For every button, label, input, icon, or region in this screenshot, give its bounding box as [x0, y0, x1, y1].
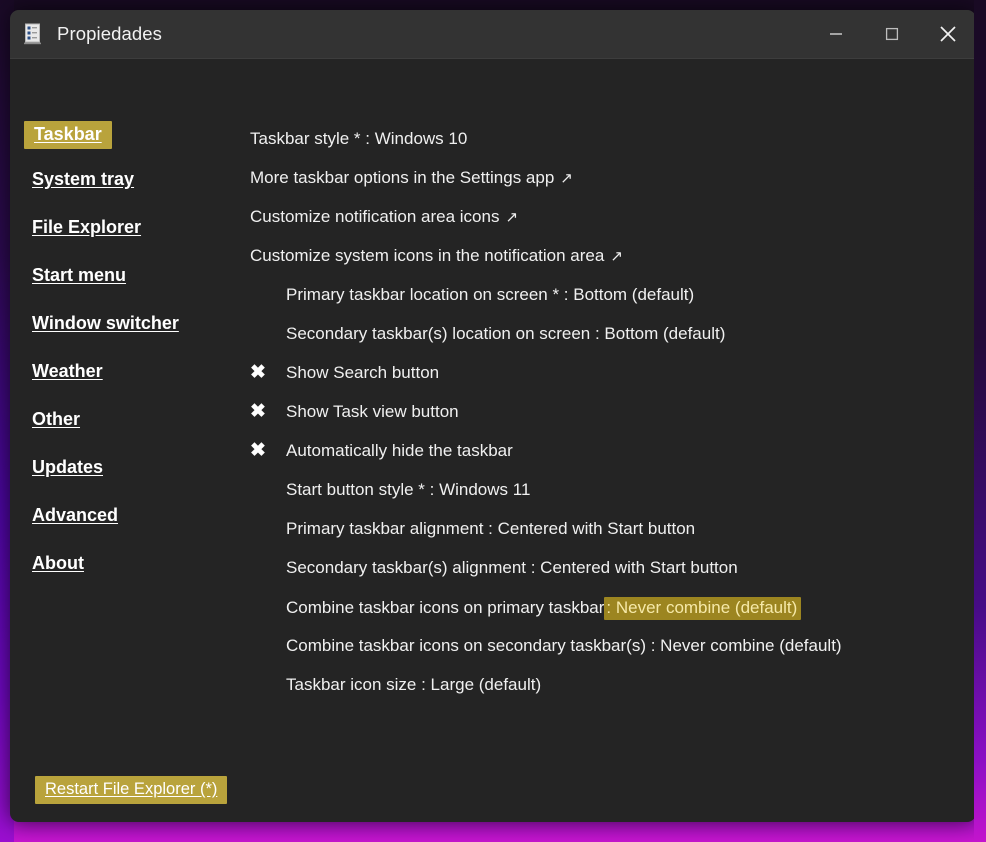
setting-row[interactable]: Start button style * : Windows 11 — [286, 480, 530, 500]
window-title: Propiedades — [57, 23, 162, 44]
checkbox-unchecked-x-icon: ✖ — [250, 362, 266, 383]
sidebar-item-about[interactable]: About — [32, 553, 84, 574]
window-content: Taskbar System tray File Explorer Start men… — [10, 59, 976, 822]
sidebar-item-file-explorer[interactable]: File Explorer — [32, 217, 141, 238]
window-titlebar: Propiedades — [10, 10, 976, 59]
setting-label: Start button style * : Windows 11 — [286, 480, 531, 499]
setting-label: Primary taskbar location on screen * : B… — [286, 285, 695, 304]
close-button[interactable] — [920, 10, 976, 58]
properties-document-icon — [24, 23, 41, 45]
checkbox-unchecked-x-icon: ✖ — [250, 440, 266, 461]
sidebar-item-weather[interactable]: Weather — [32, 361, 103, 382]
minimize-icon — [830, 33, 842, 35]
setting-label: Customize notification area icons — [250, 207, 500, 226]
sidebar-item-window-switcher[interactable]: Window switcher — [32, 313, 179, 334]
maximize-button[interactable] — [864, 10, 920, 58]
setting-label: Secondary taskbar(s) location on screen … — [286, 324, 726, 343]
setting-label: Taskbar style * : Windows 10 — [250, 129, 468, 148]
setting-row[interactable]: Customize notification area icons ↗ — [250, 207, 518, 227]
setting-label: Show Task view button — [286, 402, 459, 421]
sidebar-item-updates[interactable]: Updates — [32, 457, 103, 478]
setting-row[interactable]: Taskbar icon size : Large (default) — [286, 675, 541, 695]
setting-row[interactable]: Customize system icons in the notificati… — [250, 246, 623, 266]
setting-row[interactable]: Secondary taskbar(s) location on screen … — [286, 324, 725, 344]
setting-checkbox-row[interactable]: ✖ Show Task view button — [250, 402, 459, 422]
desktop-background: Propiedades Taskbar System tray File Exp… — [0, 0, 986, 842]
checkbox-unchecked-x-icon: ✖ — [250, 401, 266, 422]
sidebar-item-system-tray[interactable]: System tray — [32, 169, 134, 190]
setting-label: Taskbar icon size : Large (default) — [286, 675, 542, 694]
external-link-arrow-icon: ↗ — [610, 248, 623, 265]
external-link-arrow-icon: ↗ — [505, 209, 519, 226]
external-link-arrow-icon: ↗ — [560, 170, 573, 187]
sidebar-nav: Taskbar System tray File Explorer Start men… — [10, 59, 235, 822]
maximize-icon — [885, 27, 899, 41]
setting-checkbox-row[interactable]: ✖ Show Search button — [250, 363, 439, 383]
setting-row[interactable]: Combine taskbar icons on primary taskbar… — [286, 597, 802, 620]
setting-label: Show Search button — [286, 363, 440, 382]
setting-label: Automatically hide the taskbar — [286, 441, 513, 460]
setting-label: Customize system icons in the notificati… — [250, 246, 605, 265]
selected-value-highlight[interactable]: : Never combine (default) — [604, 597, 802, 620]
setting-row[interactable]: Primary taskbar location on screen * : B… — [286, 285, 694, 305]
sidebar-item-taskbar[interactable]: Taskbar — [24, 121, 112, 149]
setting-label: Primary taskbar alignment : Centered wit… — [286, 519, 696, 538]
setting-label: Combine taskbar icons on primary taskbar — [286, 598, 605, 617]
window-controls — [808, 10, 976, 58]
setting-checkbox-row[interactable]: ✖ Automatically hide the taskbar — [250, 441, 513, 461]
close-icon — [940, 26, 956, 42]
sidebar-item-start-menu[interactable]: Start menu — [32, 265, 126, 286]
setting-row[interactable]: Taskbar style * : Windows 10 — [250, 129, 467, 149]
setting-label: More taskbar options in the Settings app — [250, 168, 555, 187]
settings-list: Taskbar style * : Windows 10 More taskbar… — [235, 59, 976, 822]
minimize-button[interactable] — [808, 10, 864, 58]
setting-row[interactable]: Secondary taskbar(s) alignment : Centere… — [286, 558, 738, 578]
setting-row[interactable]: Combine taskbar icons on secondary taskb… — [286, 636, 842, 656]
setting-label: Secondary taskbar(s) alignment : Centere… — [286, 558, 738, 577]
sidebar-item-other[interactable]: Other — [32, 409, 80, 430]
sidebar-item-advanced[interactable]: Advanced — [32, 505, 118, 526]
setting-label: Combine taskbar icons on secondary taskb… — [286, 636, 842, 655]
restart-file-explorer-button[interactable]: Restart File Explorer (*) — [35, 776, 228, 804]
setting-row[interactable]: Primary taskbar alignment : Centered wit… — [286, 519, 695, 539]
setting-row[interactable]: More taskbar options in the Settings app… — [250, 168, 573, 188]
properties-window: Propiedades Taskbar System tray File Exp… — [10, 10, 976, 822]
